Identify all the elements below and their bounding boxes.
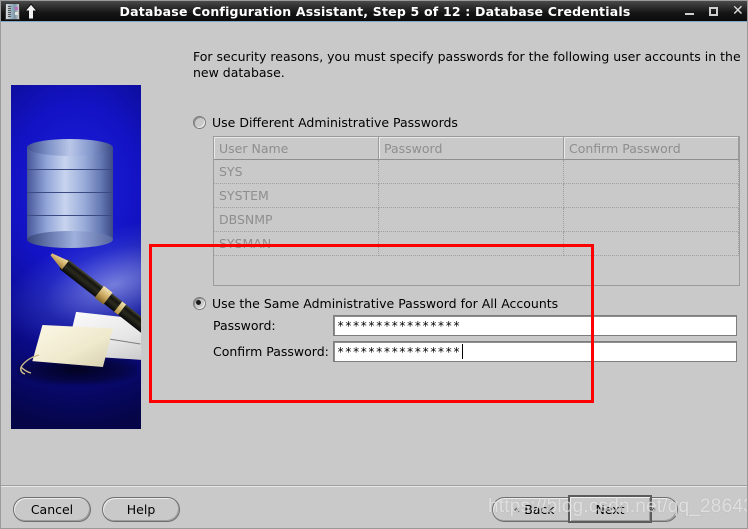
table-row[interactable]: SYS <box>214 159 739 184</box>
cell-confirm-password[interactable] <box>563 207 739 232</box>
cell-empty <box>214 255 379 285</box>
cell-password[interactable] <box>378 159 564 184</box>
confirm-password-input[interactable]: **************** <box>333 341 737 362</box>
cell-empty <box>378 255 564 285</box>
cylinder-top <box>27 139 113 156</box>
table-row[interactable]: SYSMAN <box>214 231 739 256</box>
window-title: Database Configuration Assistant, Step 5… <box>119 3 631 19</box>
title-bar: Database Configuration Assistant, Step 5… <box>1 1 747 22</box>
up-arrow-icon[interactable] <box>23 2 39 20</box>
password-input[interactable]: **************** <box>333 315 737 336</box>
cell-password[interactable] <box>378 207 564 232</box>
window-controls: ✕ <box>684 1 744 22</box>
column-header-password[interactable]: Password <box>378 137 564 160</box>
credentials-grid: User Name Password Confirm Password SYS <box>214 137 739 285</box>
sidebar-banner-image <box>11 85 141 429</box>
cell-user-name[interactable]: SYSMAN <box>214 231 379 256</box>
close-button[interactable]: ✕ <box>732 4 744 18</box>
database-configuration-assistant-window: Database Configuration Assistant, Step 5… <box>0 0 748 529</box>
text-caret <box>461 344 463 359</box>
database-app-icon <box>5 2 20 20</box>
column-header-confirm-password[interactable]: Confirm Password <box>563 137 739 160</box>
help-button[interactable]: Help <box>102 497 180 522</box>
cell-password[interactable] <box>378 231 564 256</box>
cell-user-name[interactable]: DBSNMP <box>214 207 379 232</box>
next-button-label: Next <box>595 501 625 517</box>
radio-indicator-same[interactable] <box>193 297 206 310</box>
confirm-password-label: Confirm Password: <box>213 344 329 359</box>
back-button-label: Back <box>524 502 555 517</box>
cell-user-name[interactable]: SYSTEM <box>214 183 379 208</box>
cell-confirm-password[interactable] <box>563 159 739 184</box>
radio-label-same: Use the Same Administrative Password for… <box>212 296 559 311</box>
title-bar-icons <box>1 2 39 20</box>
cell-user-name[interactable]: SYS <box>214 159 379 184</box>
password-row: Password: **************** <box>213 315 737 336</box>
credentials-table[interactable]: User Name Password Confirm Password SYS <box>213 136 740 286</box>
tag-string-icon <box>20 354 40 375</box>
database-cylinder-icon <box>27 139 113 248</box>
table-row[interactable]: DBSNMP <box>214 207 739 232</box>
table-header-row: User Name Password Confirm Password <box>214 137 739 160</box>
footer-bar: Cancel Help « Back » Next <box>1 485 747 528</box>
window-content: For security reasons, you must specify p… <box>1 22 747 485</box>
cell-confirm-password[interactable] <box>563 231 739 256</box>
radio-indicator-different[interactable] <box>193 116 206 129</box>
maximize-button[interactable] <box>708 6 719 17</box>
table-body: SYS SYSTEM DBSNMP SYSMAN <box>214 159 739 285</box>
pen-ring-secondary <box>114 301 127 315</box>
column-header-user-name[interactable]: User Name <box>214 137 379 160</box>
minimize-button[interactable] <box>684 6 695 17</box>
cylinder-band <box>27 193 113 216</box>
table-head: User Name Password Confirm Password <box>214 137 739 160</box>
table-row[interactable]: SYSTEM <box>214 183 739 208</box>
confirm-password-row: Confirm Password: **************** <box>213 341 737 362</box>
cell-empty <box>563 255 739 285</box>
radio-use-same-password[interactable]: Use the Same Administrative Password for… <box>193 296 558 311</box>
confirm-password-value: **************** <box>337 344 461 359</box>
back-chevron-icon: « <box>513 503 521 516</box>
cancel-button[interactable]: Cancel <box>13 497 91 522</box>
radio-use-different-passwords[interactable]: Use Different Administrative Passwords <box>193 115 458 130</box>
password-label: Password: <box>213 318 276 333</box>
cell-confirm-password[interactable] <box>563 183 739 208</box>
back-button[interactable]: « Back <box>492 497 576 522</box>
next-button[interactable]: Next <box>568 495 652 523</box>
cell-password[interactable] <box>378 183 564 208</box>
cylinder-band <box>27 170 113 193</box>
password-value: **************** <box>337 318 461 333</box>
intro-text: For security reasons, you must specify p… <box>193 49 741 80</box>
table-row-empty <box>214 255 739 285</box>
cylinder-bottom <box>27 231 113 248</box>
radio-label-different: Use Different Administrative Passwords <box>212 115 458 130</box>
